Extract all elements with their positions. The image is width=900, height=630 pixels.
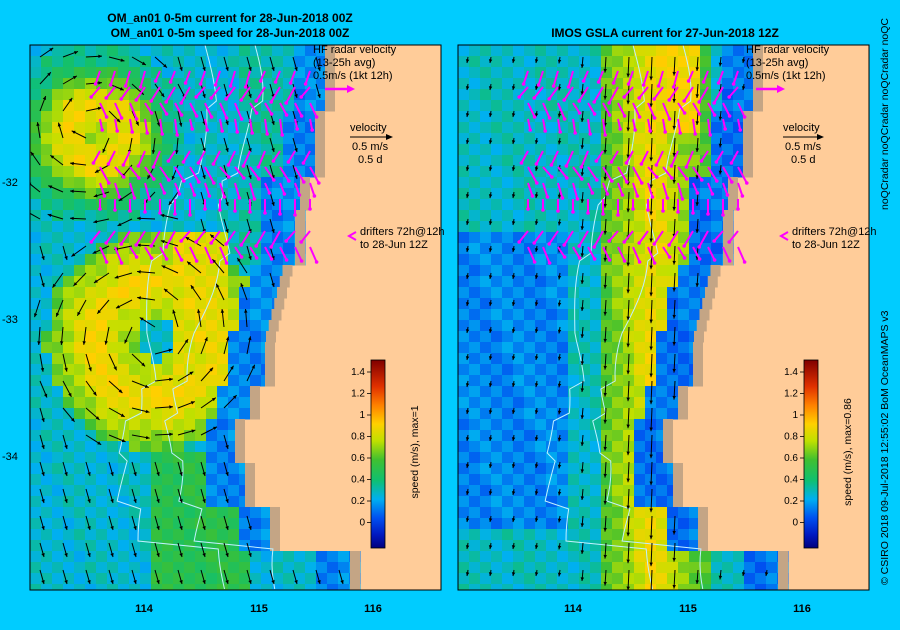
hf-legend-line3-r: 0.5m/s (1kt 12h) <box>746 70 825 82</box>
longitude-axis-right: 114 115 116 <box>564 603 811 615</box>
colorbar-tick-label: 0.4 <box>351 475 365 486</box>
hf-legend-line1: HF radar velocity <box>313 44 397 56</box>
colorbar-tick-label: 0.6 <box>351 453 365 464</box>
lat-tick-34: -34 <box>2 451 18 463</box>
colorbar-tick-label: 0 <box>792 518 798 529</box>
lon-tick-115-r: 115 <box>679 603 697 615</box>
colorbar-tick-label: 0.8 <box>784 432 798 443</box>
colorbar-tick-label: 0.2 <box>784 496 798 507</box>
hf-legend-line2-r: (13-25h avg) <box>746 57 808 69</box>
lon-tick-114: 114 <box>135 603 154 615</box>
velocity-legend-line3-r: 0.5 d <box>791 154 815 166</box>
velocity-legend-line1-r: velocity <box>783 122 820 134</box>
right-title: IMOS GSLA current for 27-Jun-2018 12Z <box>551 26 779 40</box>
noqc-radar-text: noQCradar noQCradar noQCradar noQC <box>879 18 891 210</box>
right-colorbar-label: speed (m/s), max=0.86 <box>842 398 854 506</box>
lon-tick-115: 115 <box>250 603 268 615</box>
ocean-current-figure: OM_an01 0-5m current for 28-Jun-2018 00Z… <box>2 11 891 615</box>
velocity-legend-line3: 0.5 d <box>358 154 382 166</box>
colorbar-tick-label: 1 <box>792 410 798 421</box>
left-colorbar-ramp <box>370 359 386 549</box>
velocity-legend-line2: 0.5 m/s <box>352 141 389 153</box>
drifter-legend-line1: drifters 72h@12h <box>360 226 445 238</box>
drifter-legend-line2: to 28-Jun 12Z <box>360 239 428 251</box>
lon-tick-116: 116 <box>364 603 382 615</box>
colorbar-tick-label: 0 <box>359 518 365 529</box>
longitude-axis-left: 114 115 116 <box>135 603 382 615</box>
hf-legend-line3: 0.5m/s (1kt 12h) <box>313 70 392 82</box>
colorbar-tick-label: 1.2 <box>784 389 798 400</box>
right-colorbar-ramp <box>803 359 819 549</box>
colorbar-tick-label: 0.6 <box>784 453 798 464</box>
colorbar-tick-label: 1.2 <box>351 389 365 400</box>
left-colorbar-label: speed (m/s), max=1 <box>409 405 421 498</box>
colorbar-tick-label: 0.4 <box>784 475 798 486</box>
lon-tick-116-r: 116 <box>793 603 811 615</box>
left-title-line2: OM_an01 0-5m speed for 28-Jun-2018 00Z <box>111 26 350 40</box>
colorbar-tick-label: 0.8 <box>351 432 365 443</box>
colorbar-tick-label: 1.4 <box>351 367 365 378</box>
drifter-legend-line2-r: to 28-Jun 12Z <box>792 239 860 251</box>
colorbar-tick-label: 1.4 <box>784 367 798 378</box>
latitude-axis: -32 -33 -34 <box>2 177 18 463</box>
hf-legend-line2: (13-25h avg) <box>313 57 375 69</box>
velocity-legend-line2-r: 0.5 m/s <box>785 141 822 153</box>
lat-tick-33: -33 <box>2 314 18 326</box>
drifter-legend-line1-r: drifters 72h@12h <box>792 226 877 238</box>
velocity-legend-line1: velocity <box>350 122 387 134</box>
hf-legend-line1-r: HF radar velocity <box>746 44 830 56</box>
lat-tick-32: -32 <box>2 177 18 189</box>
colorbar-tick-label: 0.2 <box>351 496 365 507</box>
lon-tick-114-r: 114 <box>564 603 583 615</box>
colorbar-tick-label: 1 <box>359 410 365 421</box>
credit-text: © CSIRO 2018 09-Jul-2018 12:55:02 BoM Oc… <box>879 310 891 585</box>
left-title-line1: OM_an01 0-5m current for 28-Jun-2018 00Z <box>107 11 352 25</box>
